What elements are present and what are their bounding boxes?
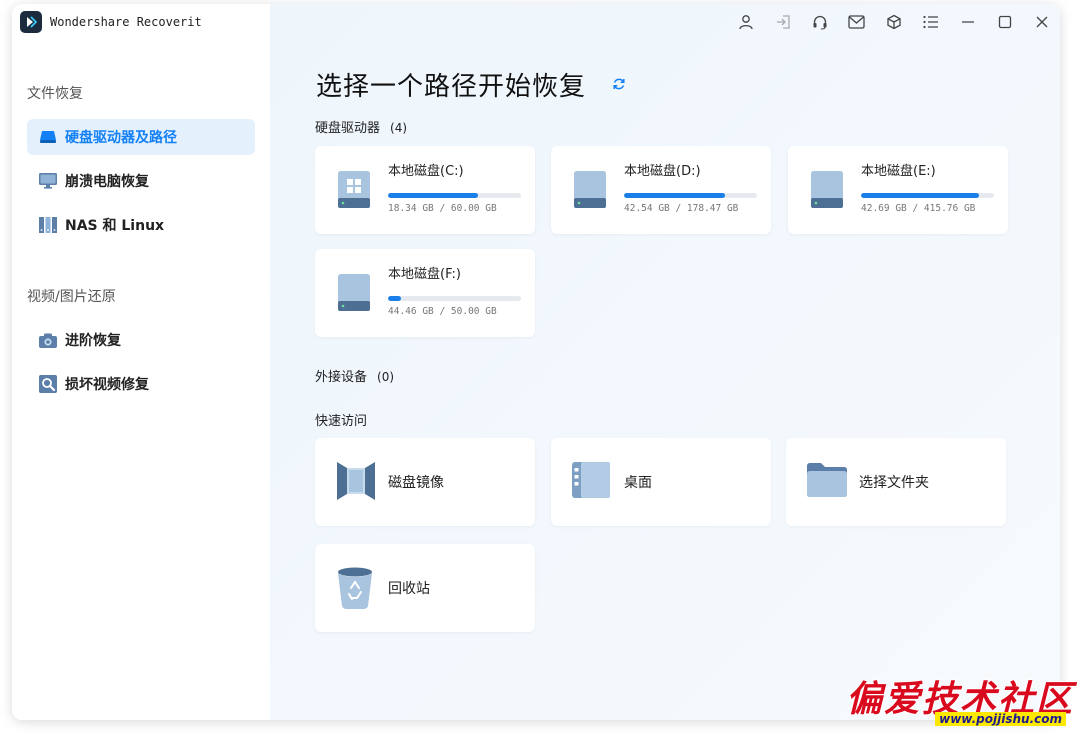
desktop-icon <box>571 460 611 504</box>
windows-drive-icon <box>335 170 373 214</box>
sign-in-icon[interactable] <box>764 4 801 40</box>
sidebar-item-hard-drive[interactable]: 硬盘驱动器及路径 <box>27 119 255 155</box>
video-repair-icon <box>39 375 57 393</box>
drive-size: 42.69 GB / 415.76 GB <box>861 203 976 214</box>
hard-drive-icon <box>39 128 57 146</box>
drive-size: 18.34 GB / 60.00 GB <box>388 203 497 214</box>
sidebar-item-video-repair[interactable]: 损坏视频修复 <box>27 366 255 402</box>
external-count: (0) <box>377 370 395 384</box>
quick-access-label: 回收站 <box>388 581 430 597</box>
headset-icon[interactable] <box>801 4 838 40</box>
drive-size: 42.54 GB / 178.47 GB <box>624 203 739 214</box>
drives-count: (4) <box>390 121 408 135</box>
drive-card-c[interactable]: 本地磁盘(C:) 18.34 GB / 60.00 GB <box>315 146 535 234</box>
drive-usage-bar <box>624 193 757 198</box>
quick-access-label: 选择文件夹 <box>859 475 929 491</box>
external-header-label: 外接设备 <box>315 370 368 385</box>
sidebar-item-label: 硬盘驱动器及路径 <box>65 130 177 146</box>
drive-icon <box>335 273 373 317</box>
cube-icon[interactable] <box>875 4 912 40</box>
quick-access-label: 磁盘镜像 <box>388 475 444 491</box>
section-title-file-recovery: 文件恢复 <box>27 86 83 102</box>
drive-usage-fill <box>388 296 402 301</box>
title-bar-controls <box>727 4 1060 40</box>
refresh-icon[interactable] <box>612 76 626 95</box>
main-panel: 选择一个路径开始恢复 硬盘驱动器 (4) 本地磁盘(C:) 18.34 GB / … <box>270 4 1060 720</box>
drive-usage-bar <box>388 193 521 198</box>
drives-header: 硬盘驱动器 (4) <box>315 117 407 136</box>
drive-usage-fill <box>861 193 980 198</box>
nas-icon <box>39 216 57 234</box>
quick-access-desktop[interactable]: 桌面 <box>551 438 771 526</box>
sidebar-item-crash-recovery[interactable]: 崩溃电脑恢复 <box>27 163 255 199</box>
sidebar-item-advanced-recovery[interactable]: 进阶恢复 <box>27 322 255 358</box>
minimize-icon[interactable] <box>949 4 986 40</box>
drive-card-d[interactable]: 本地磁盘(D:) 42.54 GB / 178.47 GB <box>551 146 771 234</box>
drive-name: 本地磁盘(D:) <box>624 164 701 179</box>
sidebar-item-nas-linux[interactable]: NAS 和 Linux <box>27 207 255 243</box>
mail-icon[interactable] <box>838 4 875 40</box>
sidebar-item-label: NAS 和 Linux <box>65 218 165 234</box>
quick-access-select-folder[interactable]: 选择文件夹 <box>786 438 1006 526</box>
close-icon[interactable] <box>1023 4 1060 40</box>
user-icon[interactable] <box>727 4 764 40</box>
page-title: 选择一个路径开始恢复 <box>316 72 587 102</box>
quick-access-header: 快速访问 <box>315 414 368 429</box>
quick-access-label: 桌面 <box>624 475 652 491</box>
drive-name: 本地磁盘(F:) <box>388 267 461 282</box>
drive-usage-fill <box>388 193 479 198</box>
disk-image-icon <box>335 460 377 506</box>
drive-usage-fill <box>624 193 726 198</box>
recycle-bin-icon <box>335 566 375 614</box>
sidebar: Wondershare Recoverit 文件恢复 硬盘驱动器及路径 崩溃电脑… <box>12 4 270 720</box>
drive-size: 44.46 GB / 50.00 GB <box>388 306 497 317</box>
sidebar-item-label: 损坏视频修复 <box>65 377 149 393</box>
drive-name: 本地磁盘(E:) <box>861 164 936 179</box>
drives-header-label: 硬盘驱动器 <box>315 121 381 136</box>
drive-card-e[interactable]: 本地磁盘(E:) 42.69 GB / 415.76 GB <box>788 146 1008 234</box>
watermark-url: www.pojjishu.com <box>935 712 1066 726</box>
camera-icon <box>39 331 57 349</box>
section-title-media-recovery: 视频/图片还原 <box>27 289 116 305</box>
drive-name: 本地磁盘(C:) <box>388 164 464 179</box>
sidebar-item-label: 进阶恢复 <box>65 333 121 349</box>
watermark: 偏爱技术社区 www.pojjishu.com <box>846 670 1074 726</box>
drive-card-f[interactable]: 本地磁盘(F:) 44.46 GB / 50.00 GB <box>315 249 535 337</box>
sidebar-item-label: 崩溃电脑恢复 <box>65 174 149 190</box>
folder-icon <box>806 460 848 504</box>
quick-access-recycle-bin[interactable]: 回收站 <box>315 544 535 632</box>
drive-icon <box>808 170 846 214</box>
drive-usage-bar <box>388 296 521 301</box>
quick-access-disk-image[interactable]: 磁盘镜像 <box>315 438 535 526</box>
app-title: Wondershare Recoverit <box>50 15 202 29</box>
app-logo-icon <box>20 11 42 33</box>
monitor-icon <box>39 172 57 190</box>
external-devices-header: 外接设备 (0) <box>315 366 394 385</box>
menu-icon[interactable] <box>912 4 949 40</box>
app-window: Wondershare Recoverit 文件恢复 硬盘驱动器及路径 崩溃电脑… <box>12 4 1060 720</box>
maximize-icon[interactable] <box>986 4 1023 40</box>
drive-usage-bar <box>861 193 994 198</box>
drive-icon <box>571 170 609 214</box>
